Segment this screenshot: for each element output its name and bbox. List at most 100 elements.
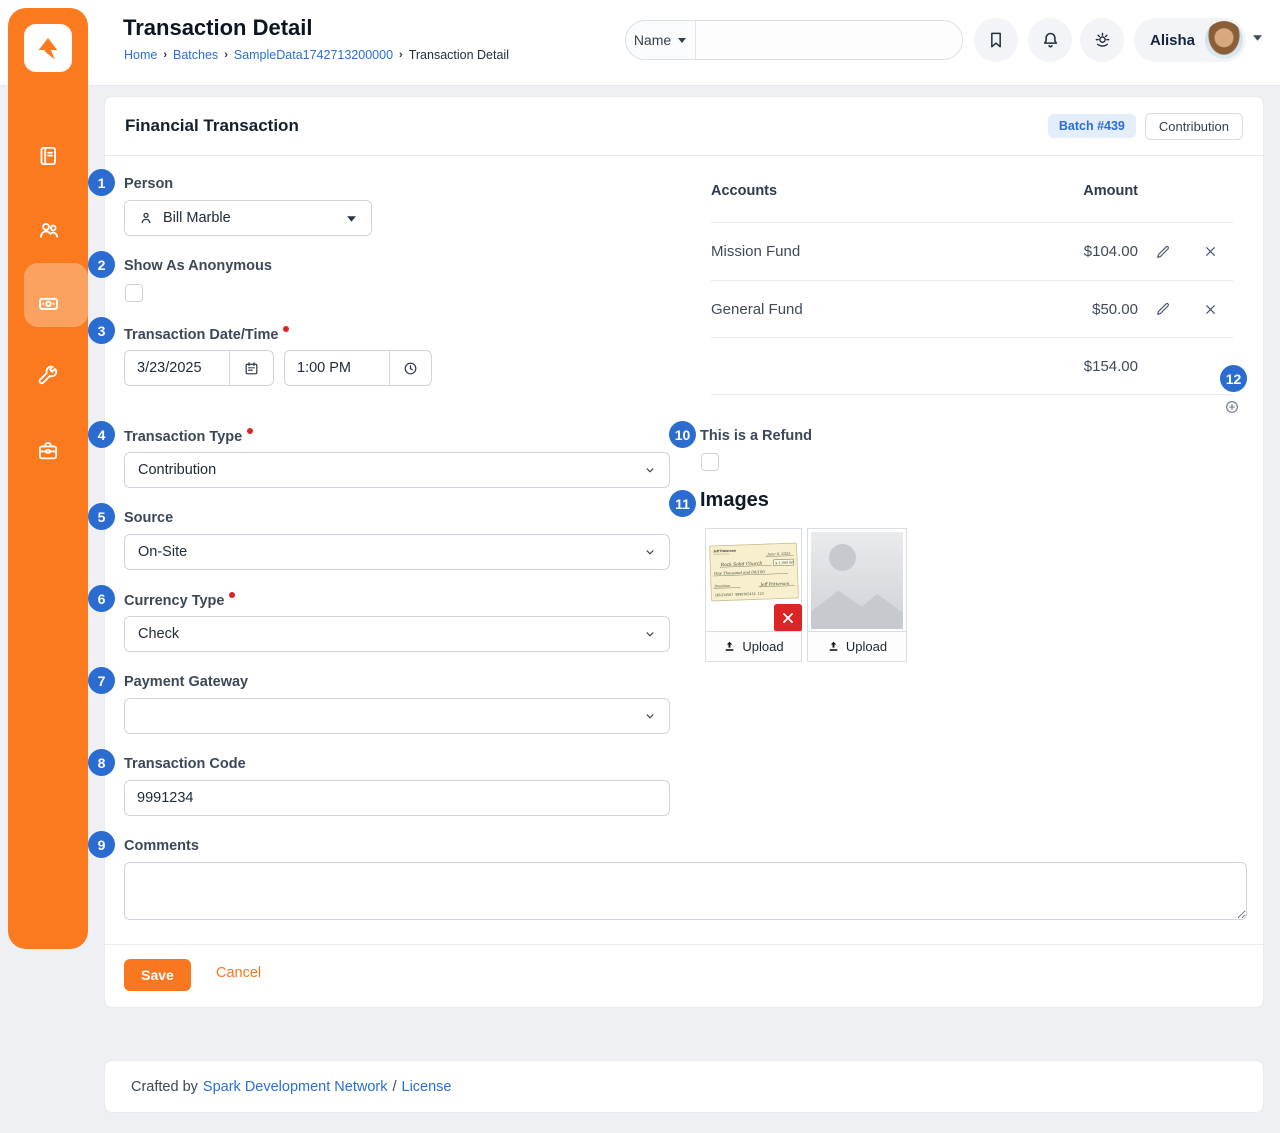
sidebar (8, 8, 88, 949)
user-menu[interactable]: Alisha (1134, 18, 1247, 62)
breadcrumb-current: Transaction Detail (408, 48, 509, 62)
sidebar-item-finance[interactable] (8, 290, 88, 316)
rock-logo[interactable] (24, 24, 72, 72)
upload-button[interactable]: Upload (808, 631, 906, 661)
images-heading: Images (700, 489, 769, 511)
breadcrumb-separator: › (399, 49, 403, 61)
upload-icon (829, 641, 838, 651)
comments-textarea[interactable] (124, 862, 1247, 920)
account-amount: $104.00 (1083, 243, 1138, 260)
accounts-total-row: $154.00 (711, 338, 1233, 395)
sidebar-item-groups[interactable] (8, 217, 88, 243)
image-placeholder-icon (811, 532, 903, 629)
sidebar-item-admin-tools[interactable] (8, 364, 88, 390)
page-title: Transaction Detail (123, 15, 313, 40)
search-filter-label: Name (633, 32, 672, 48)
panel-title: Financial Transaction (125, 116, 299, 135)
sidebar-item-people-directory[interactable] (8, 143, 88, 169)
caret-down-icon (678, 38, 687, 43)
sidebar-item-work[interactable] (8, 438, 88, 464)
image-tile-check: Jeff Patterson June 8, 2025 Rock Solid C… (705, 528, 802, 662)
person-icon (141, 212, 151, 224)
license-link[interactable]: License (402, 1079, 452, 1095)
transaction-detail-page: Transaction Detail Home › Batches › Samp… (0, 0, 1280, 1133)
time-input-group (284, 350, 432, 386)
chevron-down-icon (646, 468, 654, 473)
footer-prefix: Crafted by (131, 1078, 198, 1095)
annotation-badge-6: 6 (88, 585, 115, 612)
pencil-icon (1157, 245, 1169, 258)
notifications-button[interactable] (1028, 18, 1072, 62)
annotation-badge-8: 8 (88, 749, 115, 776)
annotation-badge-12: 12 (1220, 365, 1247, 392)
account-name: Mission Fund (711, 243, 801, 260)
journal-icon (40, 146, 56, 166)
chevron-down-icon (646, 550, 654, 555)
anonymous-label: Show As Anonymous (124, 258, 272, 274)
bookmark-button[interactable] (974, 18, 1018, 62)
spark-development-network-link[interactable]: Spark Development Network (203, 1079, 388, 1095)
people-icon (39, 222, 58, 238)
accounts-column-header: Accounts (711, 183, 778, 199)
datetime-label: Transaction Date/Time (124, 326, 290, 343)
annotation-badge-7: 7 (88, 667, 115, 694)
person-picker[interactable]: Bill Marble (124, 200, 372, 236)
accounts-total: $154.00 (1083, 357, 1138, 375)
breadcrumb-batch-name[interactable]: SampleData1742713200000 (234, 48, 393, 62)
upload-label: Upload (742, 639, 784, 654)
batch-badge[interactable]: Batch #439 (1047, 114, 1136, 138)
svg-text:$ 1,000.00: $ 1,000.00 (775, 561, 794, 566)
payment-gateway-select[interactable] (124, 698, 670, 734)
upload-label: Upload (845, 639, 888, 654)
transaction-code-input[interactable] (124, 780, 670, 816)
breadcrumb-separator: › (224, 49, 228, 61)
annotation-badge-3: 3 (88, 317, 115, 344)
transaction-type-value: Contribution (138, 462, 217, 478)
currency-type-value: Check (138, 626, 180, 642)
required-indicator (283, 326, 290, 332)
upload-icon (726, 641, 734, 651)
placeholder-sun (829, 544, 856, 571)
x-icon (783, 613, 793, 623)
date-input-group (124, 350, 274, 386)
upload-button[interactable]: Upload (706, 631, 801, 661)
plus-circle-icon (1226, 401, 1238, 413)
time-picker-button[interactable] (389, 350, 432, 386)
transaction-type-select[interactable]: Contribution (124, 452, 670, 488)
money-icon (38, 297, 58, 310)
edit-account-button[interactable] (1155, 244, 1171, 260)
save-button[interactable]: Save (124, 959, 191, 991)
time-input[interactable] (284, 350, 389, 386)
search-input[interactable] (696, 21, 962, 59)
date-picker-button[interactable] (229, 350, 274, 386)
anonymous-checkbox[interactable] (125, 284, 143, 302)
theme-toggle-button[interactable] (1080, 18, 1124, 62)
source-value: On-Site (138, 544, 188, 560)
cancel-button[interactable]: Cancel (216, 965, 261, 981)
date-input[interactable] (124, 350, 229, 386)
breadcrumb-batches[interactable]: Batches (173, 48, 218, 62)
avatar (1205, 21, 1244, 59)
search-filter-dropdown[interactable]: Name (626, 21, 696, 59)
chevron-down-icon (646, 632, 654, 637)
refund-checkbox[interactable] (701, 453, 719, 471)
user-caret-icon[interactable] (1252, 33, 1263, 42)
bell-icon (1043, 32, 1057, 47)
breadcrumb-home[interactable]: Home (124, 48, 157, 62)
source-select[interactable]: On-Site (124, 534, 670, 570)
transaction-code-label: Transaction Code (124, 756, 246, 772)
global-search: Name (625, 20, 963, 60)
x-icon (1206, 247, 1215, 256)
remove-image-button[interactable] (774, 604, 802, 632)
edit-account-button[interactable] (1155, 301, 1171, 317)
account-row: Mission Fund $104.00 (711, 223, 1233, 281)
annotation-badge-9: 9 (88, 831, 115, 858)
breadcrumb: Home › Batches › SampleData1742713200000… (124, 48, 509, 62)
currency-type-select[interactable]: Check (124, 616, 670, 652)
delete-account-button[interactable] (1204, 245, 1217, 258)
add-account-button[interactable] (1224, 399, 1240, 415)
user-name: Alisha (1150, 31, 1196, 49)
delete-account-button[interactable] (1204, 303, 1217, 316)
svg-text:Jeff Patterson: Jeff Patterson (713, 549, 736, 554)
annotation-badge-5: 5 (88, 503, 115, 530)
